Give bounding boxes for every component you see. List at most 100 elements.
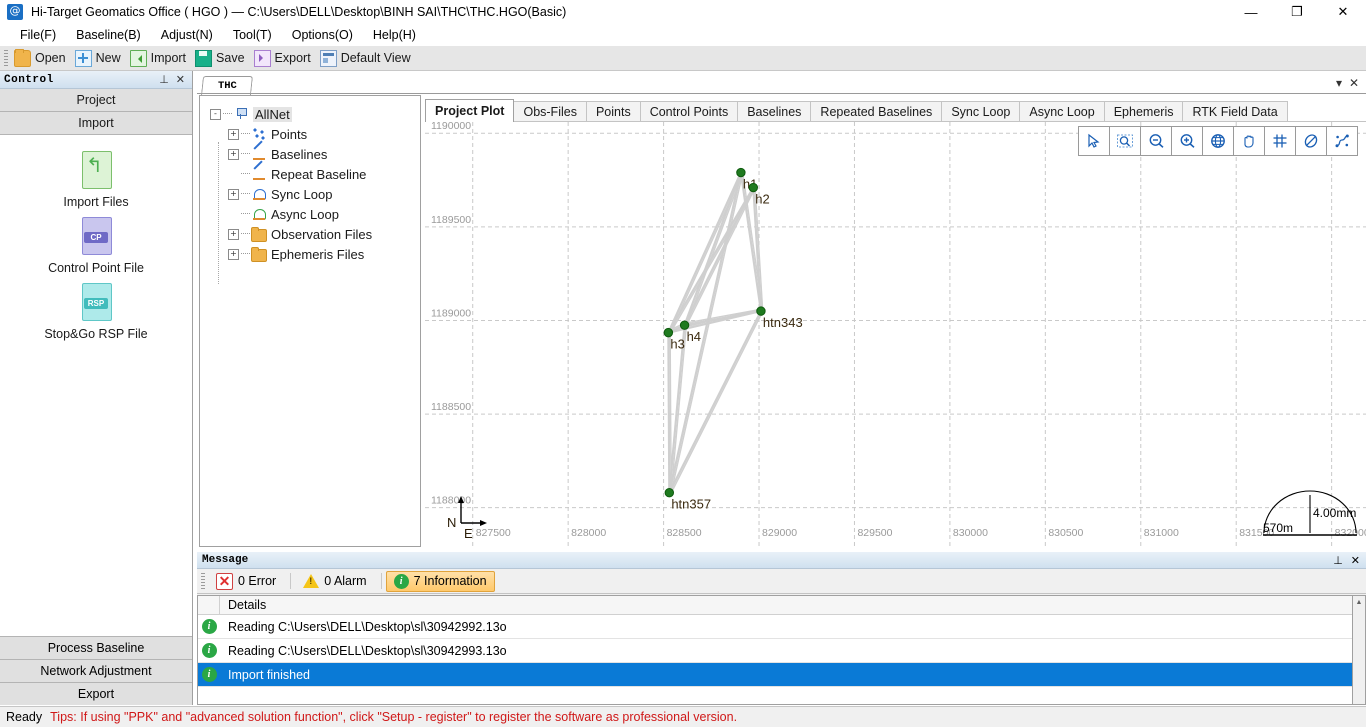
tab-points[interactable]: Points	[586, 101, 641, 122]
export-button-label: Export	[275, 51, 311, 65]
baseline-line[interactable]	[669, 173, 742, 494]
expander-allnet[interactable]: -	[210, 109, 221, 120]
message-header-details: Details	[220, 598, 1366, 612]
tab-sync-loop[interactable]: Sync Loop	[941, 101, 1020, 122]
tab-control-points[interactable]: Control Points	[640, 101, 739, 122]
process-baseline-button[interactable]: Process Baseline	[0, 636, 192, 659]
filter-alarm-button[interactable]: 0 Alarm	[295, 571, 374, 591]
plot-point-label: h4	[687, 329, 701, 344]
message-toolbar-grip[interactable]	[201, 573, 205, 589]
tree-node-ephemeris-files[interactable]: + Ephemeris Files	[206, 244, 420, 264]
info-icon: i	[202, 667, 217, 682]
new-button[interactable]: New	[72, 49, 127, 68]
tab-repeated-baselines[interactable]: Repeated Baselines	[810, 101, 942, 122]
expander-observation-files[interactable]: +	[228, 229, 239, 240]
export-button[interactable]: Export	[251, 49, 317, 68]
scale-precision-label: 4.00mm	[1313, 506, 1356, 520]
close-icon[interactable]: ✕	[176, 73, 185, 86]
pan-hand-icon[interactable]	[1233, 126, 1265, 156]
baseline-network-icon[interactable]	[1326, 126, 1358, 156]
plot-point-label: htn343	[763, 315, 803, 330]
import-files-icon: ↰	[76, 149, 116, 193]
control-point-file-item[interactable]: CP Control Point File	[0, 215, 192, 275]
plot-point[interactable]	[680, 321, 688, 329]
minimize-button[interactable]: —	[1228, 0, 1274, 24]
tab-project-plot[interactable]: Project Plot	[425, 99, 514, 122]
tab-rtk-field-data[interactable]: RTK Field Data	[1182, 101, 1287, 122]
default-view-button[interactable]: Default View	[317, 49, 417, 68]
section-import[interactable]: Import	[0, 112, 192, 135]
plot-point[interactable]	[749, 183, 757, 191]
zoom-out-icon[interactable]	[1140, 126, 1172, 156]
baseline-line[interactable]	[685, 188, 755, 326]
menu-options[interactable]: Options(O)	[282, 26, 363, 44]
window-title: Hi-Target Geomatics Office ( HGO ) — C:\…	[31, 5, 566, 19]
menu-help[interactable]: Help(H)	[363, 26, 426, 44]
message-grid-scrollbar[interactable]: ▲	[1352, 595, 1366, 705]
tab-baselines[interactable]: Baselines	[737, 101, 811, 122]
menu-file[interactable]: File(F)	[10, 26, 66, 44]
select-arrow-icon[interactable]	[1078, 126, 1110, 156]
plot-tab-bar: Project Plot Obs-Files Points Control Po…	[425, 100, 1287, 122]
save-button[interactable]: Save	[192, 49, 251, 68]
window-controls: — ❐ ✕	[1228, 0, 1366, 24]
message-grid-header: Details	[198, 596, 1366, 615]
tree-node-sync-loop[interactable]: + Sync Loop	[206, 184, 420, 204]
table-row[interactable]: i Import finished	[198, 663, 1366, 687]
tree-node-baselines[interactable]: + Baselines	[206, 144, 420, 164]
folder-open-icon	[14, 50, 31, 67]
import-button[interactable]: Import	[127, 49, 192, 68]
maximize-button[interactable]: ❐	[1274, 0, 1320, 24]
tree-node-repeat-baseline[interactable]: Repeat Baseline	[206, 164, 420, 184]
table-row[interactable]: i Reading C:\Users\DELL\Desktop\sl\30942…	[198, 615, 1366, 639]
tree-node-async-loop[interactable]: Async Loop	[206, 204, 420, 224]
filter-information-button[interactable]: i 7 Information	[386, 571, 495, 592]
ellipse-toggle-icon[interactable]	[1295, 126, 1327, 156]
status-ready-label: Ready	[6, 710, 42, 724]
tree-node-observation-files[interactable]: + Observation Files	[206, 224, 420, 244]
expander-ephemeris-files[interactable]: +	[228, 249, 239, 260]
message-pin-icon[interactable]: ⊥	[1333, 554, 1343, 567]
stop-go-rsp-file-item[interactable]: RSP Stop&Go RSP File	[0, 281, 192, 341]
table-row[interactable]: i Reading C:\Users\DELL\Desktop\sl\30942…	[198, 639, 1366, 663]
menu-baseline[interactable]: Baseline(B)	[66, 26, 151, 44]
document-dropdown-icon[interactable]: ▾	[1336, 76, 1342, 90]
tab-ephemeris[interactable]: Ephemeris	[1104, 101, 1184, 122]
menu-adjust[interactable]: Adjust(N)	[151, 26, 223, 44]
document-close-icon[interactable]: ✕	[1349, 76, 1359, 90]
zoom-window-icon[interactable]	[1109, 126, 1141, 156]
tab-async-loop[interactable]: Async Loop	[1019, 101, 1104, 122]
section-project[interactable]: Project	[0, 89, 192, 112]
plot-point[interactable]	[664, 328, 672, 336]
zoom-in-icon[interactable]	[1171, 126, 1203, 156]
plot-panel: Project Plot Obs-Files Points Control Po…	[425, 95, 1366, 547]
project-plot-canvas[interactable]: 1188000118850011890001189500119000082750…	[425, 122, 1366, 547]
plot-point[interactable]	[665, 489, 673, 497]
pin-icon[interactable]: ⊥	[159, 73, 169, 86]
tree-node-allnet[interactable]: - AllNet	[206, 104, 420, 124]
project-tree-panel: - AllNet + Points + Baselines	[199, 95, 421, 547]
zoom-extent-globe-icon[interactable]	[1202, 126, 1234, 156]
export-section-button[interactable]: Export	[0, 682, 192, 705]
open-button[interactable]: Open	[11, 49, 72, 68]
network-adjustment-button[interactable]: Network Adjustment	[0, 659, 192, 682]
expander-sync-loop[interactable]: +	[228, 189, 239, 200]
expander-baselines[interactable]: +	[228, 149, 239, 160]
import-files-item[interactable]: ↰ Import Files	[0, 149, 192, 209]
tree-node-points[interactable]: + Points	[206, 124, 420, 144]
toolbar-grip[interactable]	[4, 50, 8, 66]
menu-tool[interactable]: Tool(T)	[223, 26, 282, 44]
scroll-up-icon[interactable]: ▲	[1353, 596, 1365, 609]
grid-toggle-icon[interactable]	[1264, 126, 1296, 156]
close-button[interactable]: ✕	[1320, 0, 1366, 24]
filter-error-button[interactable]: ✕ 0 Error	[208, 570, 284, 593]
expander-points[interactable]: +	[228, 129, 239, 140]
message-close-icon[interactable]: ✕	[1351, 554, 1360, 567]
tree-label-points: Points	[271, 127, 307, 142]
plot-point[interactable]	[737, 168, 745, 176]
plot-point[interactable]	[757, 307, 765, 315]
plot-point-label: h3	[670, 337, 684, 352]
baseline-line[interactable]	[684, 309, 761, 325]
tab-obs-files[interactable]: Obs-Files	[513, 101, 586, 122]
row-icon-cell: i	[198, 619, 220, 634]
